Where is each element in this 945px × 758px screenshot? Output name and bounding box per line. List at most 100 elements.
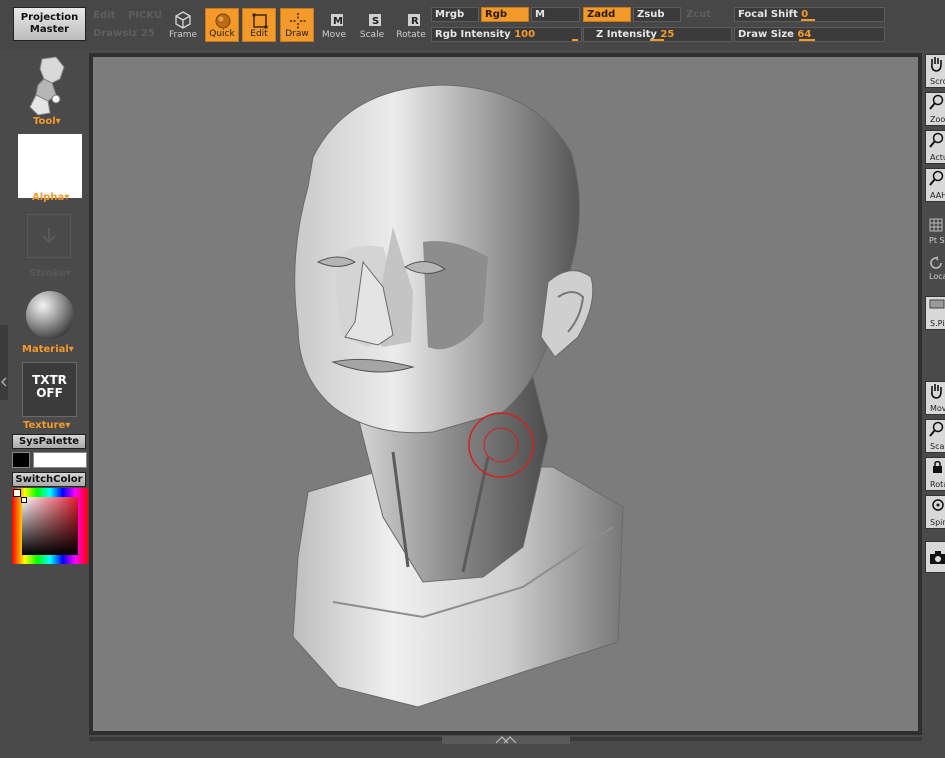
mrgb-button[interactable]: Mrgb: [431, 7, 479, 22]
svg-text:S: S: [372, 16, 379, 27]
hand-icon: [931, 384, 942, 399]
draw-size-label: Draw Size: [738, 29, 794, 40]
focal-shift-label: Focal Shift: [738, 9, 798, 20]
move-label: Move: [321, 30, 347, 40]
frame-button[interactable]: Frame: [166, 8, 200, 42]
ptsel-button[interactable]: [929, 218, 943, 235]
texture-menu[interactable]: Texture▾: [23, 420, 70, 431]
projection-master-button[interactable]: Projection Master: [13, 7, 86, 41]
secondary-color-swatch[interactable]: [12, 452, 30, 468]
actual-label: Actual: [930, 153, 945, 162]
rotate-button[interactable]: R Rotate: [394, 8, 428, 42]
move-icon: M: [331, 14, 343, 27]
rotate-view-label: Rotate: [930, 480, 945, 489]
chevron-down-icon: ▾: [68, 344, 74, 355]
syspalette-button[interactable]: SysPalette: [12, 434, 86, 449]
move-view-button[interactable]: Move: [925, 381, 945, 415]
scroll-button[interactable]: Scroll: [925, 54, 945, 88]
draw-label: Draw: [285, 29, 309, 39]
local-label: Local: [929, 272, 945, 281]
scale-view-label: Scale: [930, 442, 945, 451]
down-arrow-icon: [42, 228, 56, 244]
stroke-thumbnail[interactable]: [27, 214, 71, 258]
tool-thumbnail-icon[interactable]: [22, 55, 72, 117]
local-button[interactable]: [929, 256, 943, 273]
left-tray-toggle[interactable]: [0, 325, 8, 400]
rgb-intensity-label: Rgb Intensity: [435, 29, 511, 40]
z-intensity-label: Z Intensity: [596, 29, 657, 40]
chevron-down-icon: ▾: [65, 420, 71, 431]
spin-icon: [932, 499, 944, 511]
rgb-intensity-indicator: [572, 39, 578, 41]
drawsize-ghost-slider: Drawsiz 25: [93, 28, 155, 39]
texture-off-line2: OFF: [36, 386, 63, 400]
main-color-swatch[interactable]: [33, 452, 87, 468]
rotate-label: Rotate: [396, 30, 426, 40]
rgb-intensity-slider[interactable]: Rgb Intensity 100: [431, 27, 582, 42]
m-button[interactable]: M: [531, 7, 580, 22]
chevron-down-icon: ▾: [64, 192, 70, 203]
scale-label: Scale: [359, 30, 385, 40]
scale-button[interactable]: S Scale: [355, 8, 389, 42]
magnifier-icon: [929, 170, 944, 186]
scale-view-button[interactable]: Scale: [925, 419, 945, 453]
bottom-tray-toggle[interactable]: [442, 736, 570, 744]
hand-icon: [931, 57, 942, 72]
spix-button[interactable]: S.Pix: [925, 296, 945, 330]
spix-label: S.Pix: [930, 319, 945, 328]
rgb-intensity-value: 100: [514, 29, 536, 40]
edit-icon: [252, 13, 268, 29]
spix-icon: [929, 299, 945, 309]
move-button[interactable]: M Move: [317, 8, 351, 42]
spin-button[interactable]: Spin: [925, 495, 945, 529]
zoom-label: Zoom: [930, 115, 945, 124]
cube-icon: [175, 11, 191, 29]
rgb-button[interactable]: Rgb: [481, 7, 529, 22]
tool-menu[interactable]: Tool▾: [33, 116, 61, 127]
rotate-lock-icon: [933, 460, 942, 473]
draw-size-indicator: [799, 39, 815, 41]
switchcolor-button[interactable]: SwitchColor: [12, 472, 86, 487]
zsub-button[interactable]: Zsub: [633, 7, 681, 22]
magnifier-icon: [929, 421, 944, 437]
camera-icon: [930, 551, 945, 564]
quick-button[interactable]: Quick: [205, 8, 239, 42]
aahalf-label: AAHalf: [930, 191, 945, 200]
aahalf-button[interactable]: AAHalf: [925, 168, 945, 202]
svg-text:M: M: [333, 16, 343, 27]
rotate-view-button[interactable]: Rotate: [925, 457, 945, 491]
magnifier-icon: [929, 94, 944, 110]
quick-label: Quick: [209, 29, 235, 39]
svg-text:R: R: [411, 16, 419, 27]
document-canvas[interactable]: [93, 57, 918, 731]
chevron-left-icon: [0, 377, 7, 387]
frame-label: Frame: [168, 30, 198, 40]
head-model-icon: [292, 84, 624, 708]
zadd-button[interactable]: Zadd: [583, 7, 631, 22]
material-sphere-icon[interactable]: [25, 290, 75, 340]
alpha-swatch[interactable]: [18, 134, 82, 198]
zcut-ghost-button: Zcut: [686, 9, 712, 20]
edit-button[interactable]: Edit: [242, 8, 276, 42]
alpha-menu[interactable]: Alpha▾: [32, 192, 69, 203]
texture-thumbnail[interactable]: TXTR OFF: [22, 362, 77, 417]
material-menu[interactable]: Material▾: [22, 344, 74, 355]
stroke-menu[interactable]: Stroke▾: [29, 268, 71, 279]
color-picker-saturation-square[interactable]: [22, 497, 78, 555]
quick-sphere-icon: [215, 13, 231, 29]
color-picker-marker[interactable]: [13, 489, 21, 497]
z-intensity-indicator: [650, 39, 664, 41]
pickup-ghost-button: PICKU: [128, 10, 163, 21]
move-view-label: Move: [930, 404, 945, 413]
snapshot-button[interactable]: [925, 541, 945, 573]
saturation-marker[interactable]: [21, 497, 27, 503]
tool-label: Tool: [33, 116, 56, 127]
spin-label: Spin: [930, 518, 945, 527]
zoom-button[interactable]: Zoom: [925, 92, 945, 126]
draw-button[interactable]: Draw: [280, 8, 314, 42]
grid-icon: [929, 218, 943, 232]
edit-label: Edit: [250, 29, 268, 39]
scroll-label: Scroll: [930, 77, 945, 86]
texture-label: Texture: [23, 420, 66, 431]
actual-button[interactable]: Actual: [925, 130, 945, 164]
